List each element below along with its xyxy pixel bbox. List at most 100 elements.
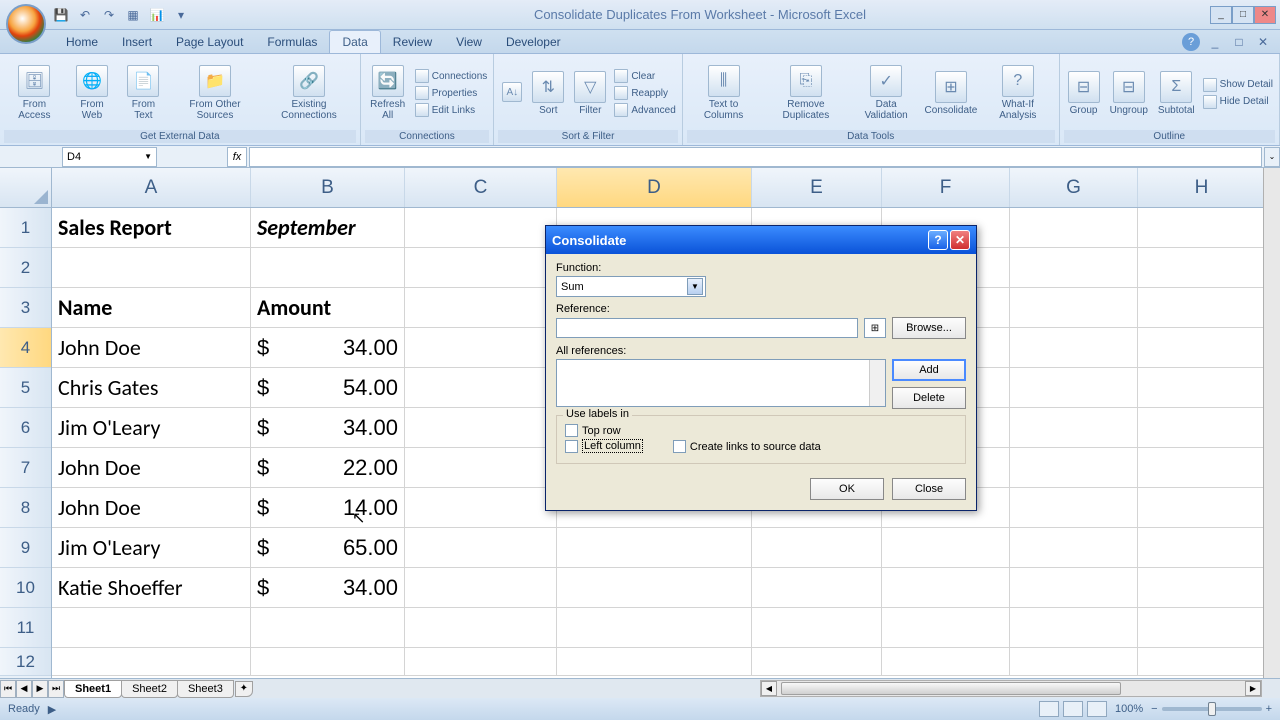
cell[interactable]: [405, 408, 557, 448]
hide-detail-button[interactable]: Hide Detail: [1201, 94, 1275, 110]
cell[interactable]: [405, 648, 557, 676]
cell[interactable]: [557, 648, 752, 676]
vertical-scrollbar[interactable]: [1263, 168, 1280, 678]
cell[interactable]: [882, 648, 1010, 676]
tab-developer[interactable]: Developer: [494, 31, 573, 53]
row-header[interactable]: 6: [0, 408, 51, 448]
from-web-button[interactable]: 🌐From Web: [67, 63, 117, 123]
qat-dropdown-icon[interactable]: ▾: [172, 6, 190, 24]
col-header[interactable]: H: [1138, 168, 1266, 207]
cell[interactable]: [251, 648, 405, 676]
cell[interactable]: $65.00: [251, 528, 405, 568]
cell[interactable]: Katie Shoeffer: [52, 568, 251, 608]
help-icon[interactable]: ?: [1182, 33, 1200, 51]
cell[interactable]: $34.00: [251, 568, 405, 608]
page-layout-view-button[interactable]: [1063, 701, 1083, 717]
range-picker-button[interactable]: ⊞: [864, 318, 886, 338]
cell[interactable]: [1138, 528, 1266, 568]
cell[interactable]: [1010, 328, 1138, 368]
cell[interactable]: [1010, 448, 1138, 488]
top-row-checkbox[interactable]: [565, 424, 578, 437]
tab-home[interactable]: Home: [54, 31, 110, 53]
ungroup-button[interactable]: ⊟Ungroup: [1106, 69, 1152, 118]
dialog-help-button[interactable]: ?: [928, 230, 948, 250]
row-header[interactable]: 9: [0, 528, 51, 568]
tab-data[interactable]: Data: [329, 30, 380, 53]
edit-links-button[interactable]: Edit Links: [413, 102, 490, 118]
row-header[interactable]: 1: [0, 208, 51, 248]
cell[interactable]: Sales Report: [52, 208, 251, 248]
cell[interactable]: John Doe: [52, 328, 251, 368]
cell[interactable]: [752, 608, 882, 648]
cell[interactable]: $14.00: [251, 488, 405, 528]
cell[interactable]: [557, 568, 752, 608]
dialog-close-button[interactable]: ✕: [950, 230, 970, 250]
formula-expand-button[interactable]: ⌄: [1264, 147, 1280, 167]
cell[interactable]: [52, 608, 251, 648]
cell[interactable]: [251, 248, 405, 288]
cell[interactable]: [1138, 448, 1266, 488]
close-workbook-icon[interactable]: ✕: [1254, 33, 1272, 51]
zoom-level[interactable]: 100%: [1115, 703, 1143, 715]
cell[interactable]: [405, 248, 557, 288]
ok-button[interactable]: OK: [810, 478, 884, 500]
row-header[interactable]: 8: [0, 488, 51, 528]
reference-input[interactable]: [556, 318, 858, 338]
zoom-slider[interactable]: [1162, 707, 1262, 711]
cell[interactable]: [405, 608, 557, 648]
properties-button[interactable]: Properties: [413, 85, 490, 101]
row-header[interactable]: 10: [0, 568, 51, 608]
prev-sheet-button[interactable]: ◀: [16, 680, 32, 698]
cell[interactable]: John Doe: [52, 488, 251, 528]
what-if-button[interactable]: ?What-If Analysis: [981, 63, 1055, 123]
cell[interactable]: [405, 208, 557, 248]
cell[interactable]: [1138, 288, 1266, 328]
tab-page-layout[interactable]: Page Layout: [164, 31, 255, 53]
cell[interactable]: [1138, 368, 1266, 408]
from-other-button[interactable]: 📁From Other Sources: [170, 63, 261, 123]
cell[interactable]: [1010, 408, 1138, 448]
text-to-columns-button[interactable]: ⫼Text to Columns: [687, 63, 761, 123]
remove-duplicates-button[interactable]: ⎘Remove Duplicates: [762, 63, 849, 123]
cell[interactable]: September: [251, 208, 405, 248]
row-header[interactable]: 4: [0, 328, 51, 368]
all-references-list[interactable]: [556, 359, 886, 407]
cell[interactable]: [557, 608, 752, 648]
page-break-view-button[interactable]: [1087, 701, 1107, 717]
group-button[interactable]: ⊟Group: [1064, 69, 1104, 118]
cell[interactable]: [405, 368, 557, 408]
cell[interactable]: [557, 528, 752, 568]
col-header[interactable]: C: [405, 168, 557, 207]
cell[interactable]: Jim O'Leary: [52, 408, 251, 448]
reapply-button[interactable]: Reapply: [612, 85, 677, 101]
col-header[interactable]: G: [1010, 168, 1138, 207]
cell[interactable]: [1010, 608, 1138, 648]
col-header[interactable]: E: [752, 168, 882, 207]
tab-formulas[interactable]: Formulas: [255, 31, 329, 53]
dropdown-icon[interactable]: ▼: [687, 278, 703, 295]
zoom-thumb[interactable]: [1208, 702, 1216, 716]
cell[interactable]: [1138, 648, 1266, 676]
cell[interactable]: [1138, 208, 1266, 248]
cell[interactable]: $34.00: [251, 328, 405, 368]
cell[interactable]: [752, 648, 882, 676]
connections-button[interactable]: Connections: [413, 68, 490, 84]
cell[interactable]: [405, 328, 557, 368]
list-scrollbar[interactable]: [869, 360, 885, 406]
maximize-button[interactable]: □: [1232, 6, 1254, 24]
advanced-button[interactable]: Advanced: [612, 102, 677, 118]
cell[interactable]: Jim O'Leary: [52, 528, 251, 568]
cell[interactable]: [405, 528, 557, 568]
minimize-ribbon-icon[interactable]: _: [1206, 33, 1224, 51]
tab-insert[interactable]: Insert: [110, 31, 164, 53]
cell[interactable]: [1010, 288, 1138, 328]
cell[interactable]: [1138, 568, 1266, 608]
cell[interactable]: $22.00: [251, 448, 405, 488]
subtotal-button[interactable]: ΣSubtotal: [1154, 69, 1199, 118]
cell[interactable]: [1010, 488, 1138, 528]
sheet-tab[interactable]: Sheet3: [177, 680, 234, 698]
macro-icon[interactable]: ▶: [48, 703, 56, 716]
cell[interactable]: [251, 608, 405, 648]
cell[interactable]: [1010, 648, 1138, 676]
zoom-out-button[interactable]: −: [1151, 703, 1157, 715]
